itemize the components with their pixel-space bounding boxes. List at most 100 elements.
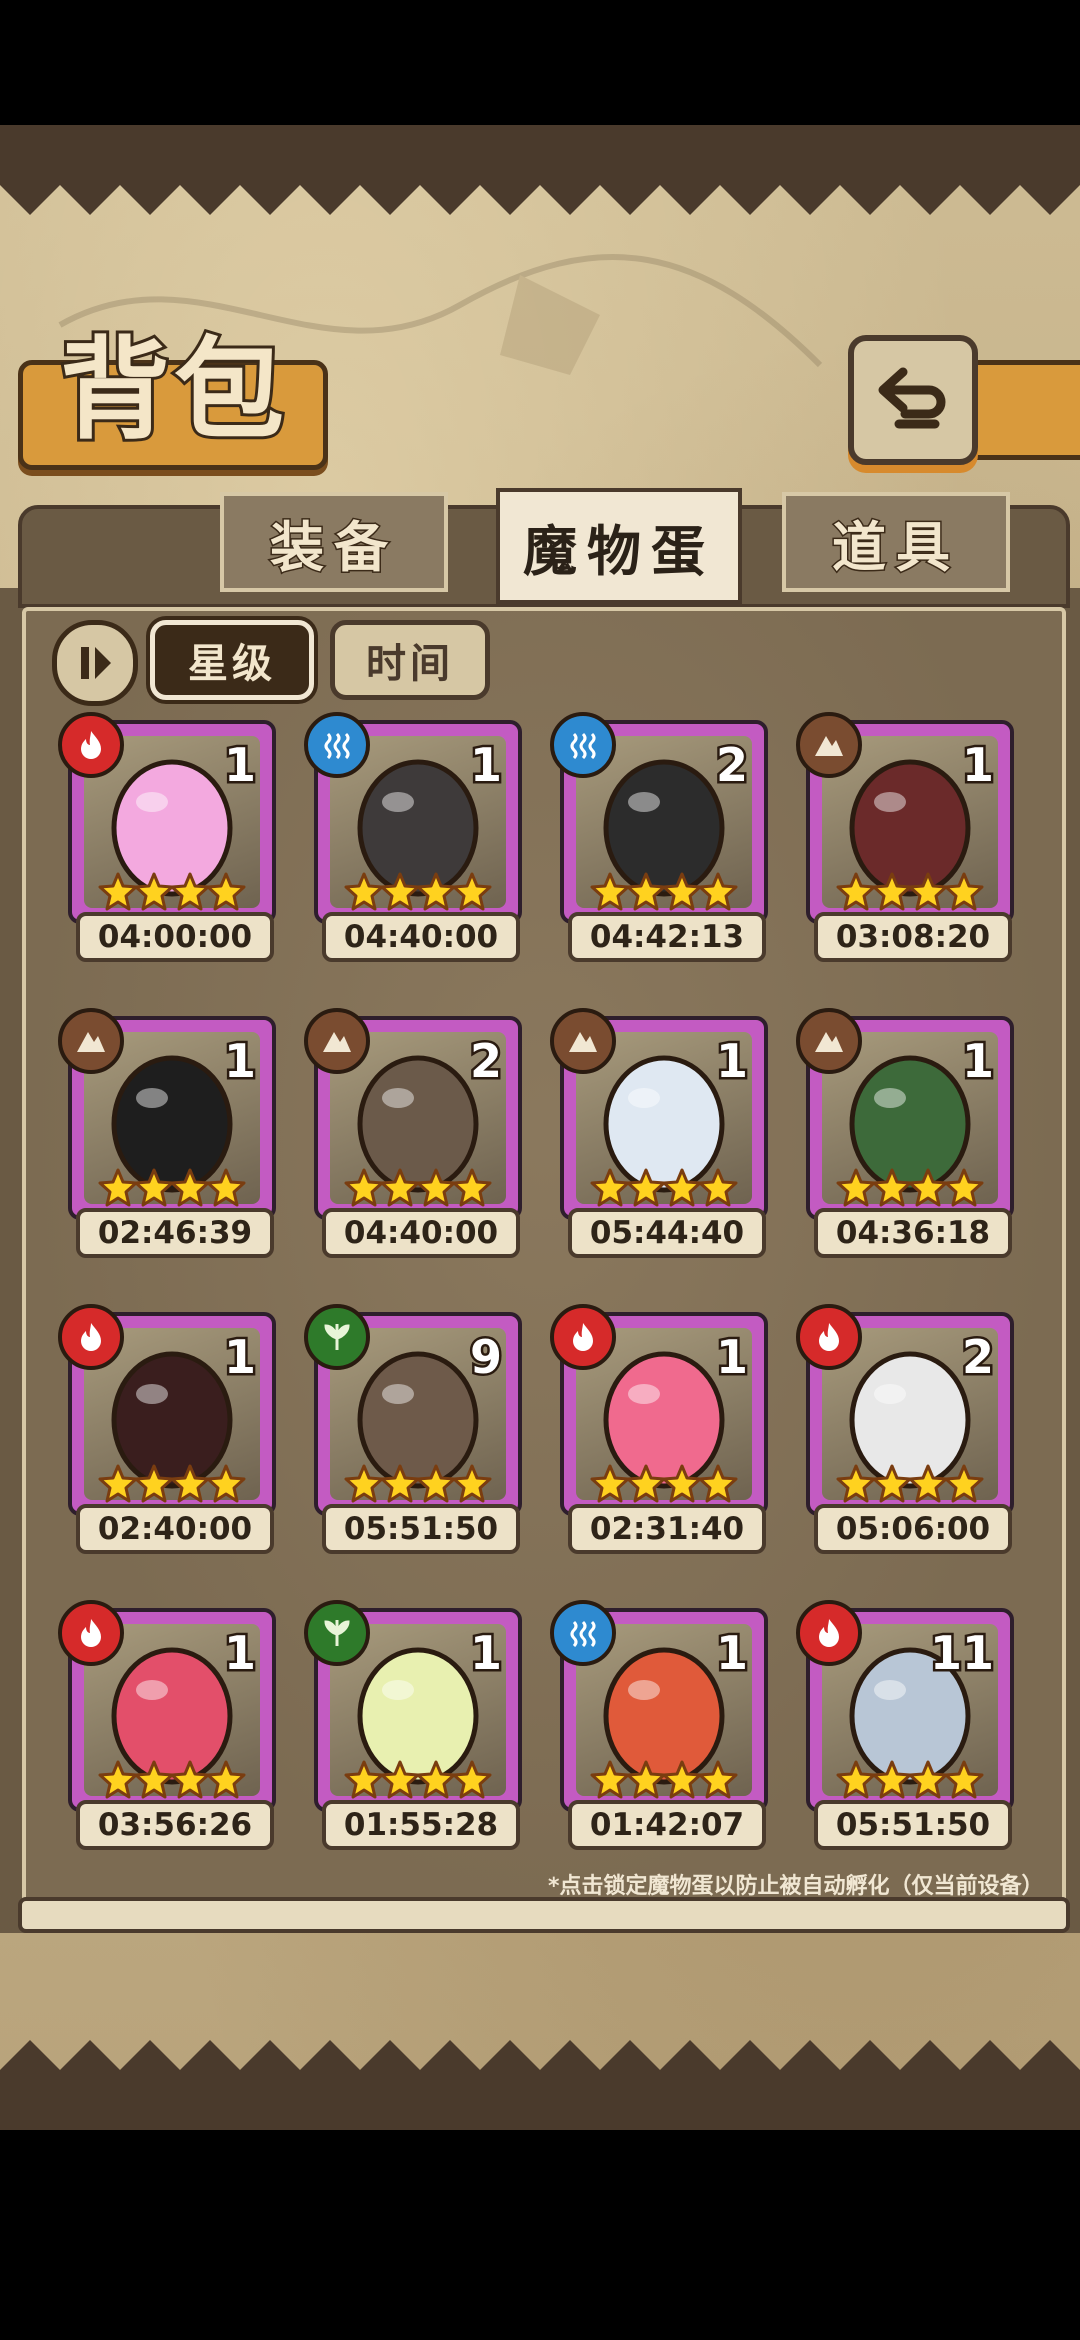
egg-count: 1 — [959, 736, 996, 795]
hatch-timer: 04:40:00 — [322, 912, 520, 962]
star-rating — [836, 1464, 984, 1504]
egg-count: 11 — [927, 1624, 996, 1683]
egg-card[interactable]: 1 04:40:00 — [304, 712, 522, 962]
star-icon — [626, 1464, 666, 1504]
star-icon — [452, 1760, 492, 1800]
star-icon — [698, 1464, 738, 1504]
egg-card[interactable]: 1 02:40:00 — [58, 1304, 276, 1554]
star-icon — [836, 1760, 876, 1800]
star-rating — [98, 872, 246, 912]
earth-element-icon — [796, 712, 862, 778]
star-icon — [170, 1168, 210, 1208]
egg-card[interactable]: 1 03:08:20 — [796, 712, 1014, 962]
star-rating — [344, 1760, 492, 1800]
star-icon — [836, 1168, 876, 1208]
star-icon — [380, 1464, 420, 1504]
star-icon — [416, 1760, 456, 1800]
egg-count: 2 — [467, 1032, 504, 1091]
egg-card[interactable]: 1 05:44:40 — [550, 1008, 768, 1258]
star-rating — [98, 1760, 246, 1800]
egg-card[interactable]: 1 02:46:39 — [58, 1008, 276, 1258]
star-icon — [98, 872, 138, 912]
star-icon — [380, 1168, 420, 1208]
star-icon — [452, 1464, 492, 1504]
back-button-plate — [970, 360, 1080, 460]
sort-direction-icon — [81, 647, 111, 679]
tab-items[interactable]: 道具 — [782, 492, 1010, 592]
star-icon — [944, 872, 984, 912]
egg-count: 1 — [221, 1032, 258, 1091]
egg-card[interactable]: 1 04:36:18 — [796, 1008, 1014, 1258]
egg-card[interactable]: 1 01:42:07 — [550, 1600, 768, 1850]
star-rating — [590, 1760, 738, 1800]
sort-by-star-button[interactable]: 星级 — [150, 620, 314, 700]
star-icon — [662, 872, 702, 912]
star-icon — [944, 1168, 984, 1208]
tab-equipment[interactable]: 装备 — [220, 492, 448, 592]
egg-card[interactable]: 2 04:42:13 — [550, 712, 768, 962]
egg-count: 1 — [959, 1032, 996, 1091]
star-rating — [98, 1464, 246, 1504]
panel-footer-bar — [18, 1897, 1070, 1933]
egg-count: 1 — [221, 1328, 258, 1387]
star-rating — [836, 872, 984, 912]
egg-card[interactable]: 2 05:06:00 — [796, 1304, 1014, 1554]
fire-element-icon — [58, 1600, 124, 1666]
hatch-timer: 04:00:00 — [76, 912, 274, 962]
star-icon — [134, 1760, 174, 1800]
egg-card[interactable]: 1 02:31:40 — [550, 1304, 768, 1554]
egg-card[interactable]: 1 01:55:28 — [304, 1600, 522, 1850]
tab-monster-eggs[interactable]: 魔物蛋 — [496, 488, 742, 604]
star-icon — [344, 1760, 384, 1800]
star-rating — [590, 1464, 738, 1504]
star-icon — [626, 1168, 666, 1208]
star-icon — [872, 1760, 912, 1800]
star-icon — [344, 1464, 384, 1504]
sort-order-toggle[interactable] — [52, 620, 138, 706]
grass-element-icon — [304, 1600, 370, 1666]
star-rating — [836, 1168, 984, 1208]
hatch-timer: 04:42:13 — [568, 912, 766, 962]
egg-card[interactable]: 9 05:51:50 — [304, 1304, 522, 1554]
earth-element-icon — [58, 1008, 124, 1074]
star-icon — [590, 1464, 630, 1504]
top-zigzag-border — [0, 165, 1080, 215]
egg-count: 2 — [713, 736, 750, 795]
fire-element-icon — [58, 712, 124, 778]
star-icon — [98, 1760, 138, 1800]
egg-card[interactable]: 2 04:40:00 — [304, 1008, 522, 1258]
hatch-timer: 02:31:40 — [568, 1504, 766, 1554]
star-icon — [662, 1760, 702, 1800]
star-icon — [908, 1168, 948, 1208]
star-icon — [206, 872, 246, 912]
star-icon — [416, 1168, 456, 1208]
fire-element-icon — [796, 1600, 862, 1666]
star-icon — [626, 1760, 666, 1800]
egg-count: 9 — [467, 1328, 504, 1387]
hatch-timer: 05:44:40 — [568, 1208, 766, 1258]
hatch-timer: 05:51:50 — [814, 1800, 1012, 1850]
grass-element-icon — [304, 1304, 370, 1370]
egg-card[interactable]: 1 04:00:00 — [58, 712, 276, 962]
star-rating — [344, 1464, 492, 1504]
hatch-timer: 03:56:26 — [76, 1800, 274, 1850]
bottom-zigzag-border — [0, 2040, 1080, 2090]
star-icon — [206, 1464, 246, 1504]
star-icon — [698, 1760, 738, 1800]
top-border — [0, 125, 1080, 165]
star-icon — [662, 1464, 702, 1504]
star-icon — [416, 1464, 456, 1504]
hatch-timer: 05:06:00 — [814, 1504, 1012, 1554]
egg-card[interactable]: 11 05:51:50 — [796, 1600, 1014, 1850]
hatch-timer: 04:40:00 — [322, 1208, 520, 1258]
sort-by-time-button[interactable]: 时间 — [330, 620, 490, 700]
egg-count: 1 — [221, 1624, 258, 1683]
star-rating — [344, 1168, 492, 1208]
star-icon — [416, 872, 456, 912]
egg-count: 1 — [713, 1032, 750, 1091]
star-icon — [590, 1168, 630, 1208]
return-arrow-icon — [878, 367, 946, 429]
egg-card[interactable]: 1 03:56:26 — [58, 1600, 276, 1850]
back-button[interactable] — [848, 335, 978, 465]
egg-count: 1 — [221, 736, 258, 795]
